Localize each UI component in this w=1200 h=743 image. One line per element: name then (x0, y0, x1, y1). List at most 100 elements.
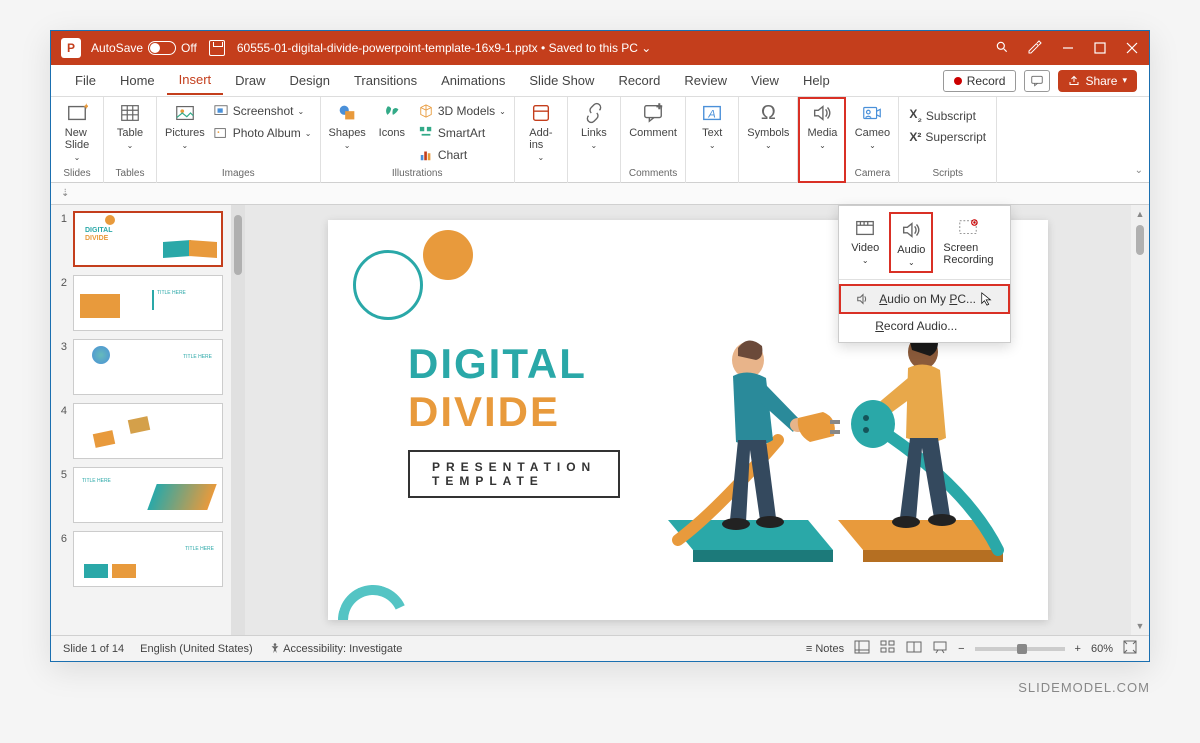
tab-file[interactable]: File (63, 67, 108, 94)
thumb-num-2: 2 (57, 275, 67, 331)
maximize-button[interactable] (1093, 41, 1107, 55)
addins-button[interactable]: Add- ins⌄ (523, 101, 559, 162)
icons-icon (380, 101, 404, 125)
tab-review[interactable]: Review (672, 67, 739, 94)
3d-models-button[interactable]: 3D Models ⌄ (418, 101, 506, 121)
symbols-button[interactable]: ΩSymbols⌄ (747, 101, 789, 150)
slide-subtitle: PRESENTATION TEMPLATE (408, 450, 620, 498)
screenshot-button[interactable]: Screenshot ⌄ (213, 101, 312, 121)
tab-help[interactable]: Help (791, 67, 842, 94)
group-slides: ✦ New Slide⌄ Slides (51, 97, 104, 183)
zoom-in-button[interactable]: + (1075, 643, 1081, 655)
pictures-icon (173, 101, 197, 125)
search-icon[interactable] (995, 40, 1009, 57)
group-scripts: X₂ Subscript X² Superscript Scripts (899, 97, 997, 183)
group-label-illustrations: Illustrations (392, 168, 443, 179)
ribbon-tabs: File Home Insert Draw Design Transitions… (51, 65, 1149, 97)
slide-thumbnails[interactable]: 1DIGITALDIVIDE 2TITLE HERE 3TITLE HERE 4… (51, 205, 231, 635)
text-button[interactable]: AText⌄ (694, 101, 730, 150)
thumb-6[interactable]: TITLE HERE (73, 531, 223, 587)
tab-record[interactable]: Record (606, 67, 672, 94)
share-button[interactable]: Share ▾ (1058, 70, 1137, 92)
zoom-level[interactable]: 60% (1091, 643, 1113, 655)
draw-mode-icon[interactable] (1027, 39, 1043, 58)
group-label-images: Images (222, 168, 255, 179)
deco-arc-bottom (328, 575, 418, 620)
record-dot-icon (954, 77, 962, 85)
qat-chevron-icon[interactable]: ⇣ (61, 188, 69, 199)
speaker-small-icon (855, 291, 871, 307)
scroll-up-icon[interactable]: ▲ (1136, 209, 1145, 219)
addins-icon (529, 101, 553, 125)
tab-animations[interactable]: Animations (429, 67, 517, 94)
view-reading-icon[interactable] (906, 640, 922, 657)
tab-draw[interactable]: Draw (223, 67, 277, 94)
chart-button[interactable]: Chart (418, 145, 506, 165)
thumb-2[interactable]: TITLE HERE (73, 275, 223, 331)
thumb-3[interactable]: TITLE HERE (73, 339, 223, 395)
tab-design[interactable]: Design (278, 67, 342, 94)
slide-canvas-area: DIGITAL DIVIDE PRESENTATION TEMPLATE (245, 205, 1131, 635)
screen-recording-button[interactable]: Screen Recording (937, 212, 999, 273)
record-button[interactable]: Record (943, 70, 1017, 92)
comment-button[interactable]: +Comment (629, 101, 677, 139)
group-illustrations: Shapes⌄ Icons 3D Models ⌄ SmartArt Chart… (321, 97, 515, 183)
icons-button[interactable]: Icons (374, 101, 410, 139)
cameo-button[interactable]: Cameo⌄ (854, 101, 890, 150)
tab-view[interactable]: View (739, 67, 791, 94)
view-normal-icon[interactable] (854, 640, 870, 657)
ribbon-collapse-icon[interactable]: ⌄ (1135, 165, 1143, 176)
view-slideshow-icon[interactable] (932, 640, 948, 657)
group-label-slides: Slides (63, 168, 90, 179)
textbox-icon: A (700, 101, 724, 125)
scroll-thumb[interactable] (1136, 225, 1144, 255)
language-status[interactable]: English (United States) (140, 643, 253, 655)
tab-transitions[interactable]: Transitions (342, 67, 429, 94)
new-slide-icon: ✦ (65, 101, 89, 125)
photo-album-button[interactable]: Photo Album ⌄ (213, 123, 312, 143)
svg-text:✦: ✦ (83, 102, 89, 111)
comment-icon: + (641, 101, 665, 125)
media-button[interactable]: Media⌄ (804, 101, 840, 150)
tab-slideshow[interactable]: Slide Show (517, 67, 606, 94)
comments-toggle[interactable] (1024, 70, 1050, 92)
table-button[interactable]: Table⌄ (112, 101, 148, 150)
vertical-scrollbar[interactable]: ▲ ▼ (1131, 205, 1149, 635)
smartart-button[interactable]: SmartArt (418, 123, 506, 143)
superscript-button[interactable]: X² Superscript (909, 128, 986, 146)
group-symbols: ΩSymbols⌄ (739, 97, 798, 183)
fit-to-window-icon[interactable] (1123, 640, 1137, 657)
audio-button[interactable]: Audio⌄ (889, 212, 933, 273)
save-icon[interactable] (209, 40, 225, 56)
scroll-down-icon[interactable]: ▼ (1136, 621, 1145, 631)
links-button[interactable]: Links⌄ (576, 101, 612, 150)
thumb-5[interactable]: TITLE HERE (73, 467, 223, 523)
zoom-out-button[interactable]: − (958, 643, 964, 655)
cameo-icon (860, 101, 884, 125)
minimize-button[interactable] (1061, 41, 1075, 55)
tab-home[interactable]: Home (108, 67, 167, 94)
pictures-button[interactable]: Pictures⌄ (165, 101, 205, 150)
thumb-1[interactable]: DIGITALDIVIDE (73, 211, 223, 267)
thumbnail-scrollbar[interactable] (231, 205, 245, 635)
autosave-toggle[interactable]: AutoSave Off (91, 41, 197, 55)
video-button[interactable]: Video⌄ (845, 212, 885, 273)
subscript-button[interactable]: X₂ Subscript (909, 105, 986, 126)
view-sorter-icon[interactable] (880, 640, 896, 657)
accessibility-status[interactable]: Accessibility: Investigate (269, 642, 403, 655)
zoom-slider[interactable] (975, 647, 1065, 651)
notes-button[interactable]: ≡ Notes (806, 643, 844, 655)
tab-insert[interactable]: Insert (167, 66, 224, 95)
omega-icon: Ω (756, 101, 780, 125)
close-button[interactable] (1125, 41, 1139, 55)
new-slide-button[interactable]: ✦ New Slide⌄ (59, 101, 95, 162)
titlebar: P AutoSave Off 60555-01-digital-divide-p… (51, 31, 1149, 65)
thumb-4[interactable] (73, 403, 223, 459)
toggle-icon (148, 41, 176, 55)
record-audio-item[interactable]: Record Audio... (839, 314, 1010, 338)
slide-title: DIGITAL DIVIDE (408, 340, 587, 436)
audio-on-my-pc-item[interactable]: Audio on My PC... (839, 284, 1010, 314)
powerpoint-window: P AutoSave Off 60555-01-digital-divide-p… (50, 30, 1150, 662)
screen-recording-icon (956, 216, 980, 240)
shapes-button[interactable]: Shapes⌄ (329, 101, 366, 150)
